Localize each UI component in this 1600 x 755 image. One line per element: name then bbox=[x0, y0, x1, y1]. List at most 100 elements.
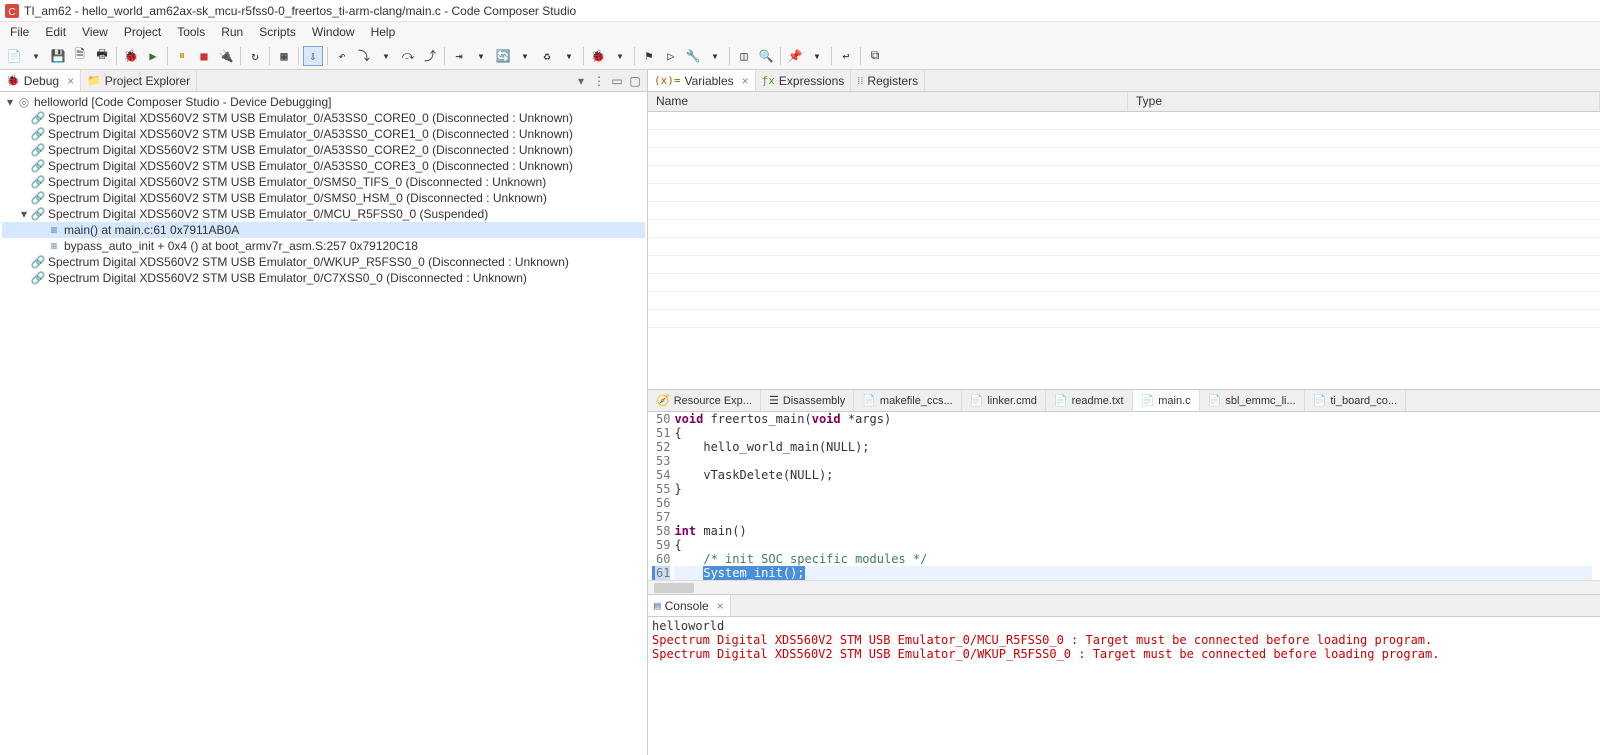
editor-tab[interactable]: 📄readme.txt bbox=[1046, 390, 1133, 411]
tree-row[interactable]: 🔗Spectrum Digital XDS560V2 STM USB Emula… bbox=[2, 126, 645, 142]
menu-run[interactable]: Run bbox=[213, 23, 251, 41]
step-into-icon[interactable]: ⤵ bbox=[354, 46, 374, 66]
refresh-icon[interactable]: ♻ bbox=[537, 46, 557, 66]
c-file-icon: 📄 bbox=[1313, 394, 1327, 407]
menu-window[interactable]: Window bbox=[304, 23, 363, 41]
source-line[interactable]: { bbox=[674, 426, 1592, 440]
source-line[interactable] bbox=[674, 454, 1592, 468]
wrench-icon[interactable]: 🔧 bbox=[683, 46, 703, 66]
source-line[interactable] bbox=[674, 496, 1592, 510]
step-return-icon[interactable]: ⤴ bbox=[420, 46, 440, 66]
target-icon: ◎ bbox=[16, 94, 32, 110]
col-name[interactable]: Name bbox=[648, 92, 1128, 111]
debug-icon[interactable]: 🐞 bbox=[121, 46, 141, 66]
resume-icon[interactable]: ▶ bbox=[143, 46, 163, 66]
new-view-icon[interactable]: ◫ bbox=[734, 46, 754, 66]
print-icon[interactable]: 🖶 bbox=[92, 46, 112, 66]
tree-row[interactable]: ▾◎helloworld [Code Composer Studio - Dev… bbox=[2, 94, 645, 110]
source-line[interactable]: hello_world_main(NULL); bbox=[674, 440, 1592, 454]
tab-expressions[interactable]: ƒx Expressions bbox=[756, 70, 852, 91]
file-blue-icon: 📄 bbox=[970, 394, 984, 407]
editor-tab[interactable]: 📄ti_board_co... bbox=[1305, 390, 1406, 411]
dropdown-icon[interactable]: ▾ bbox=[705, 46, 725, 66]
open-perspective-icon[interactable]: ⧉ bbox=[865, 46, 885, 66]
tree-collapse-icon[interactable]: ⋮ bbox=[591, 73, 607, 89]
undo-icon[interactable]: ↶ bbox=[332, 46, 352, 66]
close-icon[interactable]: × bbox=[742, 74, 749, 88]
grid-icon[interactable]: ▦ bbox=[274, 46, 294, 66]
source[interactable]: void freertos_main(void *args){ hello_wo… bbox=[674, 412, 1600, 580]
tab-variables[interactable]: (x)= Variables × bbox=[648, 70, 756, 91]
tree-row[interactable]: 🔗Spectrum Digital XDS560V2 STM USB Emula… bbox=[2, 142, 645, 158]
dropdown-icon[interactable]: ▾ bbox=[515, 46, 535, 66]
editor-tab[interactable]: 📄makefile_ccs... bbox=[854, 390, 961, 411]
menu-tools[interactable]: Tools bbox=[169, 23, 213, 41]
bug-icon[interactable]: 🐞 bbox=[588, 46, 608, 66]
editor-tab[interactable]: ☰Disassembly bbox=[761, 390, 854, 411]
source-line[interactable]: } bbox=[674, 482, 1592, 496]
dropdown-icon[interactable]: ▾ bbox=[559, 46, 579, 66]
source-line[interactable]: int main() bbox=[674, 524, 1592, 538]
dropdown-icon[interactable]: ▾ bbox=[26, 46, 46, 66]
terminate-icon[interactable]: ■ bbox=[194, 46, 214, 66]
code-editor[interactable]: 5051525354555657585960616263646566676869… bbox=[648, 412, 1600, 580]
menu-scripts[interactable]: Scripts bbox=[251, 23, 304, 41]
view-menu-icon[interactable]: ▾ bbox=[573, 73, 589, 89]
tree-row[interactable]: 🔗Spectrum Digital XDS560V2 STM USB Emula… bbox=[2, 270, 645, 286]
source-line[interactable]: vTaskDelete(NULL); bbox=[674, 468, 1592, 482]
editor-tab[interactable]: 📄main.c bbox=[1133, 390, 1200, 411]
tree-row[interactable]: 🔗Spectrum Digital XDS560V2 STM USB Emula… bbox=[2, 190, 645, 206]
suspend-icon[interactable]: ⏸ bbox=[172, 46, 192, 66]
close-icon[interactable]: × bbox=[717, 599, 724, 613]
menu-project[interactable]: Project bbox=[116, 23, 169, 41]
tree-row[interactable]: ≡bypass_auto_init + 0x4 () at boot_armv7… bbox=[2, 238, 645, 254]
source-line[interactable]: System_init(); bbox=[674, 566, 1592, 580]
tree-row[interactable]: 🔗Spectrum Digital XDS560V2 STM USB Emula… bbox=[2, 174, 645, 190]
editor-hscrollbar[interactable] bbox=[648, 580, 1600, 594]
dropdown-icon[interactable]: ▾ bbox=[807, 46, 827, 66]
console-body[interactable]: helloworld Spectrum Digital XDS560V2 STM… bbox=[648, 617, 1600, 755]
menu-file[interactable]: File bbox=[2, 23, 37, 41]
col-type[interactable]: Type bbox=[1128, 92, 1600, 111]
dropdown-icon[interactable]: ▾ bbox=[471, 46, 491, 66]
assembly-step-icon[interactable]: ⇩ bbox=[303, 46, 323, 66]
source-line[interactable] bbox=[674, 510, 1592, 524]
source-line[interactable]: void freertos_main(void *args) bbox=[674, 412, 1592, 426]
dropdown-icon[interactable]: ▾ bbox=[376, 46, 396, 66]
save-all-icon[interactable]: 🗎 bbox=[70, 46, 90, 66]
save-icon[interactable]: 💾 bbox=[48, 46, 68, 66]
close-icon[interactable]: × bbox=[67, 74, 74, 88]
tree-row[interactable]: 🔗Spectrum Digital XDS560V2 STM USB Emula… bbox=[2, 158, 645, 174]
new-icon[interactable]: 📄 bbox=[4, 46, 24, 66]
restart-icon[interactable]: ↻ bbox=[245, 46, 265, 66]
tree-row[interactable]: 🔗Spectrum Digital XDS560V2 STM USB Emula… bbox=[2, 110, 645, 126]
step-over-icon[interactable]: ⤼ bbox=[398, 46, 418, 66]
menu-view[interactable]: View bbox=[74, 23, 116, 41]
editor-tab[interactable]: 📄linker.cmd bbox=[962, 390, 1046, 411]
run-icon[interactable]: ▷ bbox=[661, 46, 681, 66]
editor-tab[interactable]: 📄sbl_emmc_li... bbox=[1200, 390, 1305, 411]
tab-debug[interactable]: 🐞 Debug × bbox=[0, 70, 81, 91]
debug-tree[interactable]: ▾◎helloworld [Code Composer Studio - Dev… bbox=[0, 92, 647, 755]
tab-console[interactable]: ▤ Console × bbox=[648, 595, 731, 616]
back-icon[interactable]: ↩ bbox=[836, 46, 856, 66]
tab-registers[interactable]: ⁞⁞ Registers bbox=[851, 70, 925, 91]
pin-icon[interactable]: 📌 bbox=[785, 46, 805, 66]
reset-icon[interactable]: 🔄 bbox=[493, 46, 513, 66]
source-line[interactable]: { bbox=[674, 538, 1592, 552]
run-to-line-icon[interactable]: ⇥ bbox=[449, 46, 469, 66]
menu-edit[interactable]: Edit bbox=[37, 23, 74, 41]
search-icon[interactable]: 🔍 bbox=[756, 46, 776, 66]
step-filter-icon[interactable]: ⚑ bbox=[639, 46, 659, 66]
editor-tab[interactable]: 🧭Resource Exp... bbox=[648, 390, 761, 411]
tree-row[interactable]: 🔗Spectrum Digital XDS560V2 STM USB Emula… bbox=[2, 254, 645, 270]
source-line[interactable]: /* init SOC specific modules */ bbox=[674, 552, 1592, 566]
tab-project-explorer[interactable]: 📁 Project Explorer bbox=[81, 70, 197, 91]
minimize-icon[interactable]: ▭ bbox=[609, 73, 625, 89]
tree-row[interactable]: ≡main() at main.c:61 0x7911AB0A bbox=[2, 222, 645, 238]
dropdown-icon[interactable]: ▾ bbox=[610, 46, 630, 66]
maximize-icon[interactable]: ▢ bbox=[627, 73, 643, 89]
disconnect-icon[interactable]: 🔌 bbox=[216, 46, 236, 66]
tree-row[interactable]: ▾🔗Spectrum Digital XDS560V2 STM USB Emul… bbox=[2, 206, 645, 222]
menu-help[interactable]: Help bbox=[363, 23, 404, 41]
